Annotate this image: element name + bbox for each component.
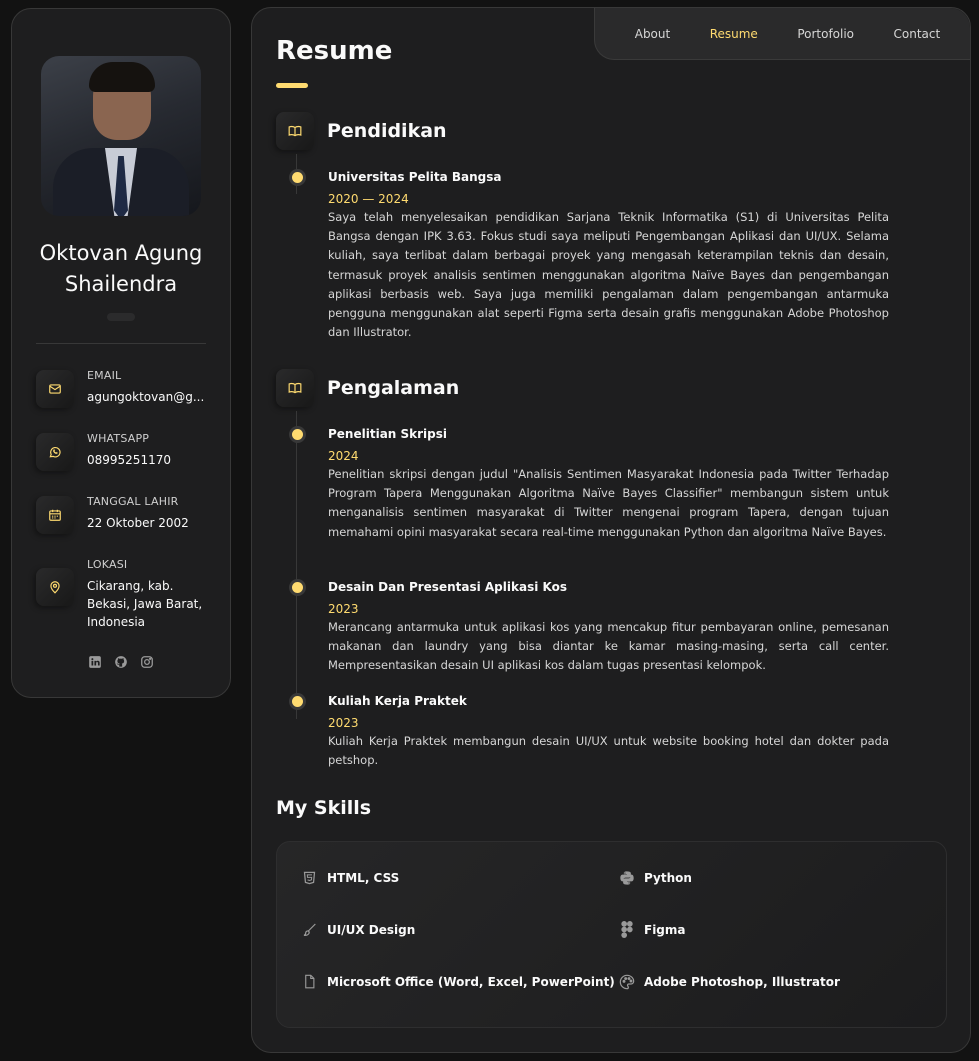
education-header: Pendidikan bbox=[276, 111, 447, 150]
skills-title: My Skills bbox=[276, 797, 372, 819]
navbar: About Resume Portofolio Contact bbox=[594, 8, 970, 60]
skill-item: Figma bbox=[618, 921, 686, 938]
page-title: Resume bbox=[276, 36, 393, 66]
timeline-item-title: Penelitian Skripsi bbox=[328, 427, 448, 441]
skill-label: Python bbox=[644, 870, 692, 885]
contact-location: LOKASI Cikarang, kab. Bekasi, Jawa Barat… bbox=[36, 558, 230, 631]
contact-whatsapp-value[interactable]: 08995251170 bbox=[87, 451, 207, 469]
profile-name-line1: Oktovan Agung bbox=[39, 241, 203, 265]
timeline-item-date: 2023 bbox=[328, 602, 359, 616]
timeline-item: Penelitian Skripsi 2024 Penelitian skrip… bbox=[292, 426, 889, 542]
contact-email-value[interactable]: agungoktovan@g... bbox=[87, 388, 207, 406]
github-icon[interactable] bbox=[114, 655, 128, 669]
skill-item: Python bbox=[618, 869, 692, 886]
timeline-item-text: Penelitian skripsi dengan judul "Analisi… bbox=[328, 467, 889, 539]
timeline-dot bbox=[292, 429, 303, 440]
skills-list: HTML, CSS Python UI/UX Design Figma Micr… bbox=[276, 841, 947, 1028]
timeline-item-date: 2024 bbox=[328, 449, 359, 463]
nav-contact[interactable]: Contact bbox=[894, 27, 941, 41]
sidebar-separator bbox=[36, 343, 206, 344]
timeline-item-title: Desain Dan Presentasi Aplikasi Kos bbox=[328, 580, 567, 594]
experience-header: Pengalaman bbox=[276, 368, 459, 407]
nav-about[interactable]: About bbox=[635, 27, 670, 41]
social-links bbox=[12, 655, 230, 669]
timeline-dot bbox=[292, 582, 303, 593]
skill-label: Adobe Photoshop, Illustrator bbox=[644, 974, 840, 989]
book-icon bbox=[276, 112, 314, 150]
html5-icon bbox=[301, 869, 318, 886]
document-icon bbox=[301, 973, 318, 990]
profile-name: Oktovan Agung Shailendra bbox=[12, 238, 230, 300]
contact-email: EMAIL agungoktovan@g... bbox=[36, 369, 230, 408]
education-title: Pendidikan bbox=[327, 119, 447, 142]
python-icon bbox=[618, 869, 635, 886]
skill-label: UI/UX Design bbox=[327, 922, 416, 937]
linkedin-icon[interactable] bbox=[88, 655, 102, 669]
timeline-item-date: 2020 — 2024 bbox=[328, 192, 409, 206]
timeline-item: Desain Dan Presentasi Aplikasi Kos 2023 … bbox=[292, 579, 889, 676]
instagram-icon[interactable] bbox=[140, 655, 154, 669]
contact-whatsapp: WHATSAPP 08995251170 bbox=[36, 432, 230, 471]
skill-item: Microsoft Office (Word, Excel, PowerPoin… bbox=[301, 973, 615, 990]
sidebar: Oktovan Agung Shailendra EMAIL agungokto… bbox=[11, 8, 231, 698]
skill-label: Microsoft Office (Word, Excel, PowerPoin… bbox=[327, 974, 615, 989]
calendar-icon bbox=[36, 496, 74, 534]
brush-icon bbox=[301, 921, 318, 938]
palette-icon bbox=[618, 973, 635, 990]
profile-title-badge bbox=[107, 313, 135, 321]
mail-icon bbox=[36, 370, 74, 408]
contact-whatsapp-label: WHATSAPP bbox=[87, 432, 150, 445]
contact-birthday-label: TANGGAL LAHIR bbox=[87, 495, 179, 508]
contact-birthday: TANGGAL LAHIR 22 Oktober 2002 bbox=[36, 495, 230, 534]
avatar bbox=[41, 56, 201, 216]
timeline-item-title: Kuliah Kerja Praktek bbox=[328, 694, 467, 708]
location-icon bbox=[36, 568, 74, 606]
contact-location-label: LOKASI bbox=[87, 558, 128, 571]
timeline-item-text: Kuliah Kerja Praktek membangun desain UI… bbox=[328, 734, 889, 768]
skill-label: HTML, CSS bbox=[327, 870, 400, 885]
timeline-item: Kuliah Kerja Praktek 2023 Kuliah Kerja P… bbox=[292, 693, 889, 770]
profile-name-line2: Shailendra bbox=[64, 272, 178, 296]
nav-resume[interactable]: Resume bbox=[710, 27, 758, 41]
timeline-dot bbox=[292, 172, 303, 183]
title-underline bbox=[276, 83, 308, 88]
contact-email-label: EMAIL bbox=[87, 369, 122, 382]
contact-location-value: Cikarang, kab. Bekasi, Jawa Barat, Indon… bbox=[87, 579, 203, 629]
contact-list: EMAIL agungoktovan@g... WHATSAPP 0899525… bbox=[12, 369, 230, 631]
figma-icon bbox=[618, 921, 635, 938]
contact-birthday-value: 22 Oktober 2002 bbox=[87, 516, 189, 530]
skill-label: Figma bbox=[644, 922, 686, 937]
timeline-item-text: Saya telah menyelesaikan pendidikan Sarj… bbox=[328, 210, 889, 340]
timeline-item-title: Universitas Pelita Bangsa bbox=[328, 170, 502, 184]
main-content: About Resume Portofolio Contact Resume P… bbox=[251, 7, 971, 1053]
timeline-item: Universitas Pelita Bangsa 2020 — 2024 Sa… bbox=[292, 169, 889, 342]
timeline-dot bbox=[292, 696, 303, 707]
nav-portofolio[interactable]: Portofolio bbox=[797, 27, 854, 41]
skill-item: UI/UX Design bbox=[301, 921, 415, 938]
experience-timeline bbox=[296, 411, 297, 719]
timeline-item-text: Merancang antarmuka untuk aplikasi kos y… bbox=[328, 620, 889, 673]
skill-item: HTML, CSS bbox=[301, 869, 399, 886]
experience-title: Pengalaman bbox=[327, 376, 460, 399]
timeline-item-date: 2023 bbox=[328, 716, 359, 730]
skill-item: Adobe Photoshop, Illustrator bbox=[618, 973, 840, 990]
book-icon bbox=[276, 369, 314, 407]
whatsapp-icon bbox=[36, 433, 74, 471]
